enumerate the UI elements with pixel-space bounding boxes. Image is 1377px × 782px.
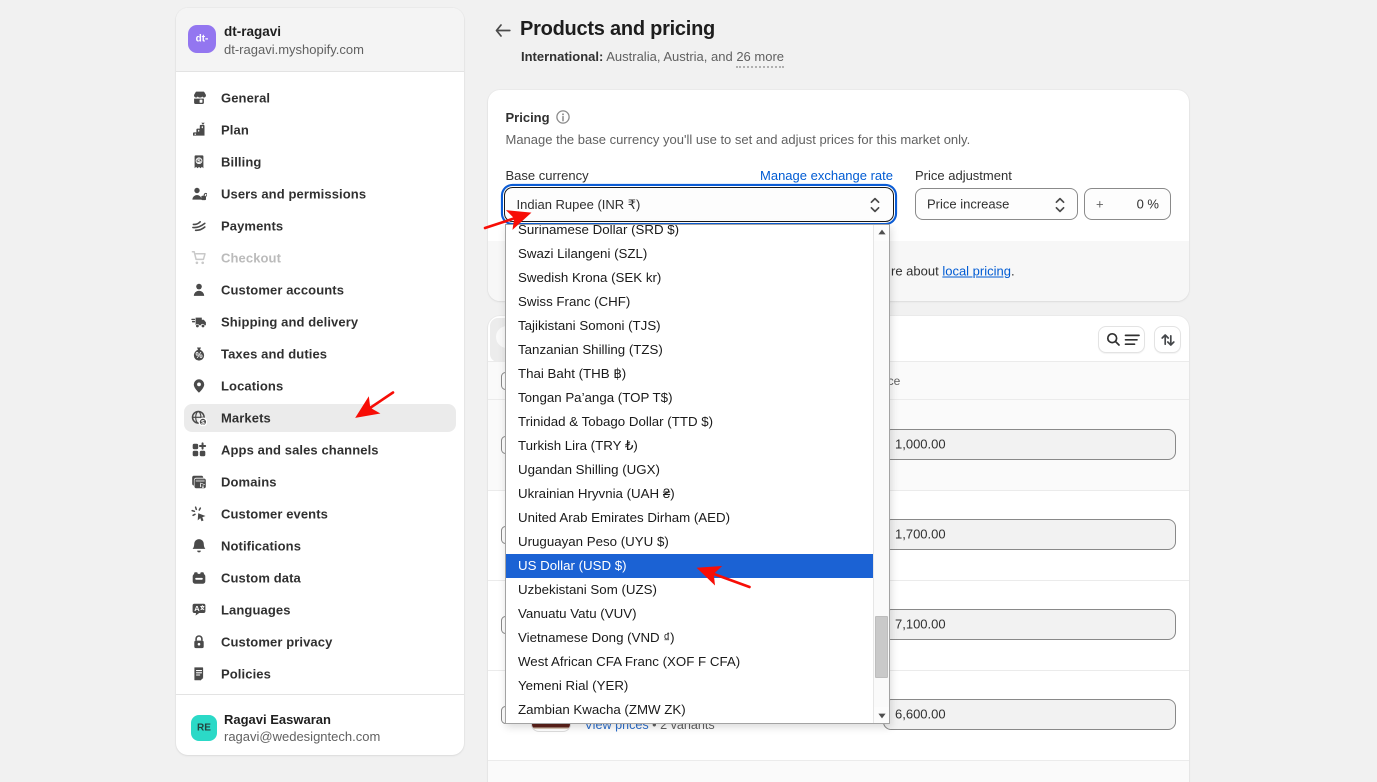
svg-text:$: $: [197, 158, 201, 165]
svg-text:$: $: [201, 420, 205, 427]
svg-text:%: %: [195, 351, 202, 360]
svg-text:A: A: [194, 604, 200, 613]
